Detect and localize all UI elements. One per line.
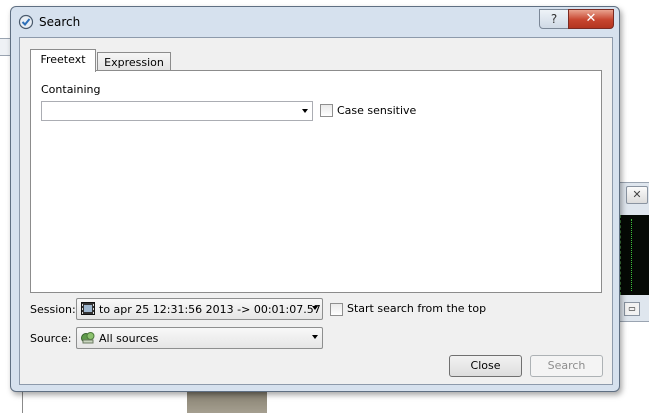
chevron-down-icon[interactable] [312, 335, 318, 339]
source-select[interactable]: All sources [76, 327, 323, 349]
search-app-icon [18, 14, 34, 30]
chevron-down-icon[interactable] [312, 306, 318, 310]
help-button[interactable]: ? [539, 9, 569, 29]
window-title: Search [39, 15, 81, 29]
source-label: Source: [30, 332, 72, 345]
side-panel-video-preview [620, 215, 649, 295]
background-divider [22, 390, 23, 413]
source-value: All sources [99, 332, 159, 345]
side-panel-window-icon[interactable]: ▭ [624, 302, 640, 316]
title-bar[interactable]: Search ? ✕ [11, 7, 619, 37]
close-button[interactable]: Close [449, 355, 522, 377]
dialog-body: Freetext Expression Containing Case sens… [19, 37, 613, 385]
search-button[interactable]: Search [530, 355, 603, 377]
start-from-top-checkbox[interactable] [330, 303, 343, 316]
start-from-top-label[interactable]: Start search from the top [347, 302, 486, 315]
sources-icon [81, 332, 95, 344]
session-select[interactable]: to apr 25 12:31:56 2013 -> 00:01:07.57 [76, 298, 323, 320]
tab-freetext[interactable]: Freetext [30, 49, 96, 72]
session-label: Session: [30, 303, 76, 316]
containing-combobox[interactable] [41, 101, 313, 121]
case-sensitive-checkbox[interactable] [320, 104, 333, 117]
side-panel-close-icon[interactable]: ✕ [626, 186, 648, 204]
window-close-button[interactable]: ✕ [568, 9, 614, 29]
freetext-pane: Containing Case sensitive [30, 70, 602, 293]
chevron-down-icon[interactable] [302, 109, 308, 113]
case-sensitive-label[interactable]: Case sensitive [337, 104, 416, 117]
session-value: to apr 25 12:31:56 2013 -> 00:01:07.57 [99, 303, 321, 316]
search-dialog: Search ? ✕ Freetext Expression Containin… [10, 6, 620, 392]
containing-label: Containing [41, 83, 101, 96]
film-icon [81, 302, 95, 315]
